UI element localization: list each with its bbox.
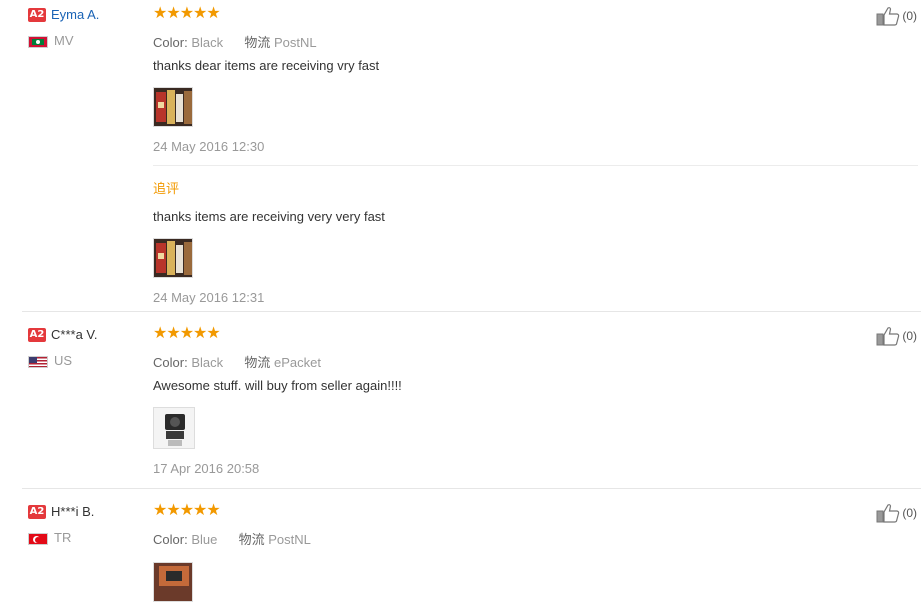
review-item: A2 C***a V. US ★★★★★ Color: Black 物流 ePac…: [0, 326, 921, 487]
review-item: A2 H***i B. TR ★★★★★ Color: Blue 物流 PostN…: [0, 503, 921, 602]
color-value: Black: [191, 355, 224, 370]
shipping-value: ePacket: [274, 355, 321, 370]
reviewer-info: A2 H***i B. TR: [28, 503, 143, 545]
followup-date: 24 May 2016 12:31: [153, 290, 265, 305]
star-rating: ★★★★★: [153, 502, 221, 519]
level-badge: A2: [28, 7, 46, 22]
review-photo[interactable]: [153, 562, 193, 602]
color-value: Blue: [191, 532, 218, 547]
country-code: TR: [54, 530, 72, 545]
reviewer-name[interactable]: Eyma A.: [51, 7, 99, 22]
maldives-flag-icon: [28, 35, 48, 48]
star-rating: ★★★★★: [153, 5, 221, 22]
shipping-label: 物流: [238, 532, 265, 547]
reviewer-name: C***a V.: [51, 327, 98, 343]
helpful-count: (0): [902, 329, 917, 343]
reviewer-country: TR: [28, 530, 143, 545]
thumbs-up-icon[interactable]: [876, 6, 900, 26]
color-label: Color:: [153, 355, 188, 370]
reviewer-info: A2 C***a V. US: [28, 326, 143, 368]
shipping-value: PostNL: [268, 532, 311, 547]
reviewer-name: H***i B.: [51, 504, 95, 520]
followup-divider: [153, 165, 918, 166]
review-text: Awesome stuff. will buy from seller agai…: [153, 378, 402, 393]
star-rating: ★★★★★: [153, 325, 221, 342]
review-item: A2 Eyma A. MV ★★★★★ Color: Black 物流 PostN…: [0, 6, 921, 311]
review-date: 24 May 2016 12:30: [153, 139, 265, 154]
level-badge: A2: [28, 327, 46, 342]
helpful-count: (0): [902, 506, 917, 520]
review-text: thanks dear items are receiving vry fast: [153, 58, 380, 73]
review-content: ★★★★★ Color: Blue 物流 PostNL: [153, 503, 813, 602]
helpful-count: (0): [902, 9, 917, 23]
thumbs-up-icon[interactable]: [876, 503, 900, 523]
review-content: ★★★★★ Color: Black 物流 ePacket Awesome st…: [153, 326, 813, 476]
helpful-vote[interactable]: (0): [876, 6, 917, 26]
shipping-value: PostNL: [274, 35, 317, 50]
review-date: 17 Apr 2016 20:58: [153, 461, 260, 476]
color-label: Color:: [153, 532, 188, 547]
reviewer-country: US: [28, 353, 143, 368]
shipping-label: 物流: [244, 355, 271, 370]
reviewer-info: A2 Eyma A. MV: [28, 6, 143, 48]
color-label: Color:: [153, 35, 188, 50]
shipping-label: 物流: [244, 35, 271, 50]
review-photo[interactable]: [153, 407, 195, 449]
order-info: Color: Black 物流 PostNL: [153, 32, 813, 50]
followup-photo[interactable]: [153, 238, 193, 278]
reviewer-country: MV: [28, 33, 143, 48]
review-photo[interactable]: [153, 87, 193, 127]
country-code: MV: [54, 33, 74, 48]
turkey-flag-icon: [28, 532, 48, 545]
helpful-vote[interactable]: (0): [876, 503, 917, 523]
review-divider: [22, 488, 921, 489]
helpful-vote[interactable]: (0): [876, 326, 917, 346]
color-value: Black: [191, 35, 224, 50]
level-badge: A2: [28, 504, 46, 519]
followup-label: 追评: [153, 181, 180, 196]
review-divider: [22, 311, 921, 312]
followup-text: thanks items are receiving very very fas…: [153, 209, 385, 224]
review-content: ★★★★★ Color: Black 物流 PostNL thanks dear…: [153, 5, 918, 305]
order-info: Color: Black 物流 ePacket: [153, 352, 813, 370]
order-info: Color: Blue 物流 PostNL: [153, 529, 813, 547]
usa-flag-icon: [28, 355, 48, 368]
country-code: US: [54, 353, 73, 368]
thumbs-up-icon[interactable]: [876, 326, 900, 346]
